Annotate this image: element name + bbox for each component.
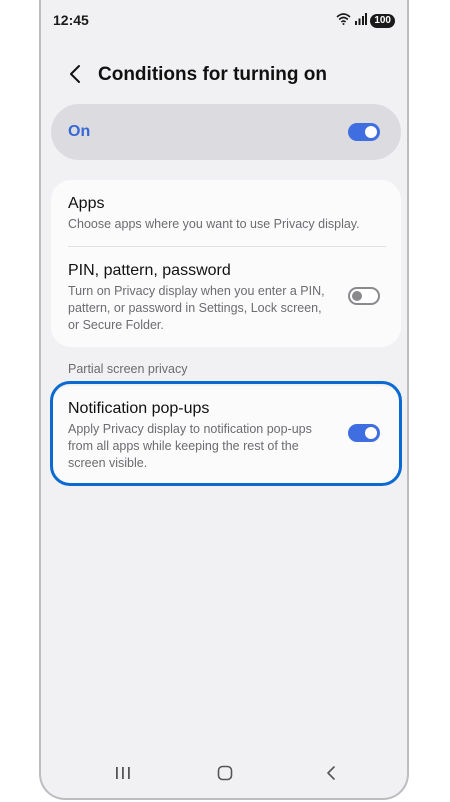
setting-title-notification: Notification pop-ups [68,400,210,417]
master-toggle-label: On [68,123,91,140]
setting-row-apps[interactable]: Apps Choose apps where you want to use P… [51,180,401,246]
back-button[interactable] [63,62,87,90]
settings-card: Apps Choose apps where you want to use P… [51,180,401,347]
notification-toggle-switch[interactable] [348,424,380,442]
notification-card[interactable]: Notification pop-ups Apply Privacy displ… [51,386,401,486]
home-button[interactable] [210,760,240,790]
nav-bar [41,752,407,798]
toggle-knob [365,427,377,439]
setting-desc-notification: Apply Privacy display to notification po… [68,421,338,472]
section-label: Partial screen privacy [68,362,188,376]
setting-desc-apps: Choose apps where you want to use Privac… [68,217,360,231]
page-title: Conditions for turning on [98,64,328,85]
recents-icon [115,766,131,785]
back-icon [325,765,337,786]
chevron-left-icon [68,64,82,89]
home-icon [217,765,233,786]
desc-line: screen visible. [68,456,148,470]
setting-desc-pin: Turn on Privacy display when you enter a… [68,283,338,334]
desc-line: Apply Privacy display to notification po… [68,422,312,436]
signal-icon [354,12,368,30]
setting-title-apps: Apps [68,195,105,212]
master-toggle-row[interactable]: On [51,104,401,160]
phone-screen: 12:45 100 Conditions for turning on On A… [39,0,409,800]
status-bar: 12:45 100 [41,0,407,40]
status-icons: 100 [336,12,395,30]
desc-line: Turn on Privacy display when you enter a… [68,284,325,298]
header: Conditions for turning on [41,56,407,96]
battery-icon: 100 [370,14,395,28]
nav-back-button[interactable] [316,760,346,790]
toggle-knob [365,126,377,138]
status-time: 12:45 [53,12,89,28]
wifi-icon [336,12,351,30]
desc-line: pattern, or password in Settings, Lock s… [68,301,322,315]
desc-line: from all apps while keeping the rest of … [68,439,299,453]
desc-line: or Secure Folder. [68,318,164,332]
toggle-knob [352,291,362,301]
setting-row-pin[interactable]: PIN, pattern, password Turn on Privacy d… [51,247,401,347]
master-toggle-switch[interactable] [348,123,380,141]
pin-toggle-switch[interactable] [348,287,380,305]
setting-title-pin: PIN, pattern, password [68,262,231,279]
recents-button[interactable] [108,760,138,790]
